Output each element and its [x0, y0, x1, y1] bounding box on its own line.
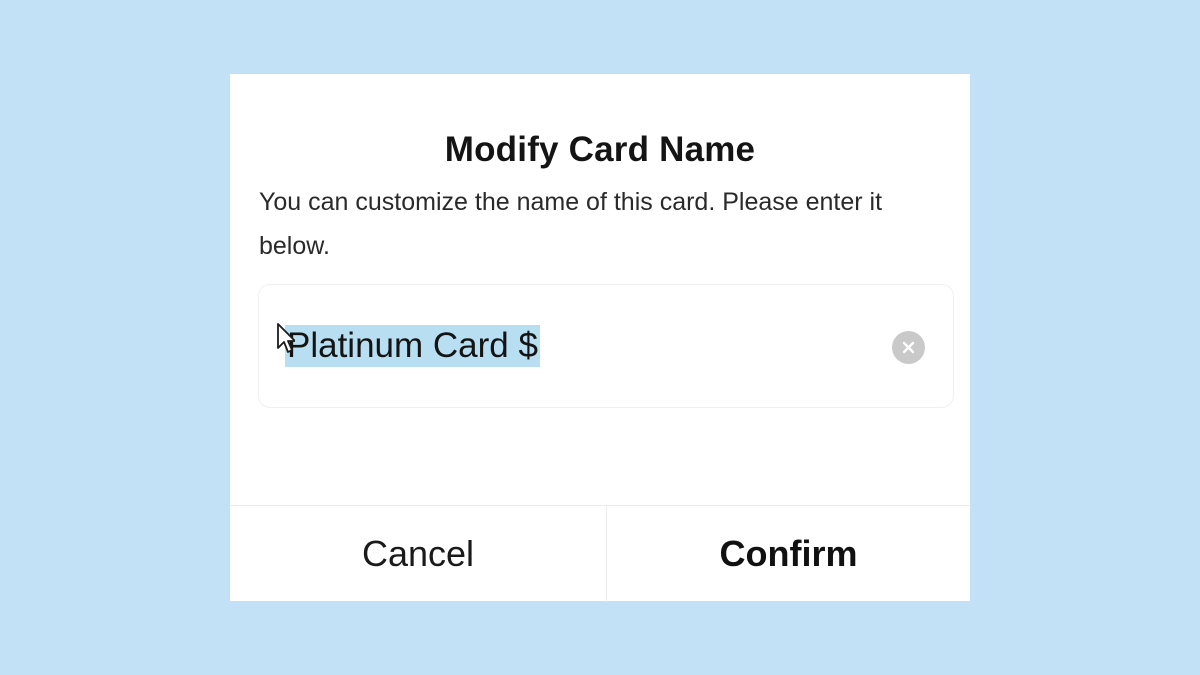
clear-input-button[interactable] [892, 331, 925, 364]
card-name-input-value[interactable]: Platinum Card $ [285, 325, 540, 367]
confirm-button[interactable]: Confirm [607, 506, 970, 602]
card-name-field[interactable]: Platinum Card $ [258, 284, 954, 408]
close-icon [902, 341, 915, 354]
dialog-action-bar: Cancel Confirm [230, 505, 970, 602]
dialog-description: You can customize the name of this card.… [259, 188, 883, 260]
modify-card-name-dialog: Modify Card Name You can customize the n… [230, 74, 970, 602]
dialog-title: Modify Card Name [444, 130, 756, 169]
cancel-button[interactable]: Cancel [230, 506, 606, 602]
mouse-pointer-icon [277, 323, 295, 353]
